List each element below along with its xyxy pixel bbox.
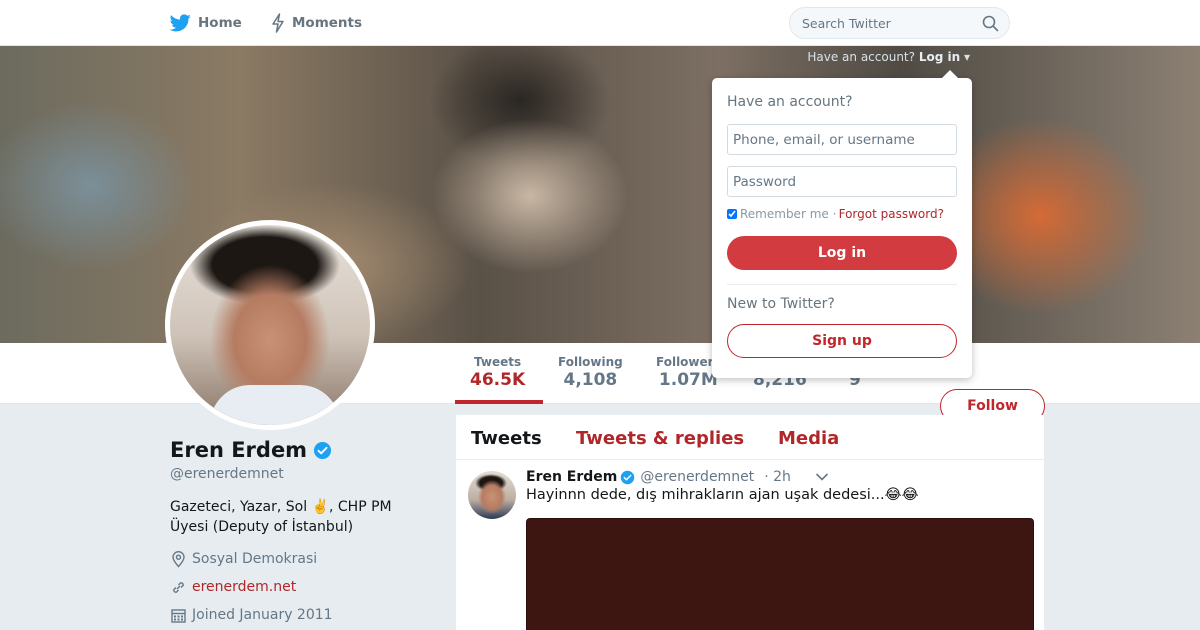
- nav-home[interactable]: Home: [170, 12, 242, 34]
- login-hint: Have an account? Log in ▾: [807, 50, 970, 64]
- stat-followers[interactable]: Followers 1.07M: [656, 355, 721, 390]
- twitter-bird-icon: [170, 14, 191, 32]
- verified-badge-icon: [621, 470, 635, 484]
- remember-checkbox[interactable]: [727, 209, 737, 219]
- profile-name: Eren Erdem: [170, 438, 332, 462]
- login-hint-text: Have an account?: [807, 50, 915, 64]
- remember-row: Remember me · Forgot password?: [727, 207, 944, 221]
- tweet-header: Eren Erdem @erenerdemnet · 2h: [526, 469, 829, 485]
- website-link[interactable]: erenerdem.net: [192, 579, 296, 595]
- lightning-icon: [272, 13, 284, 33]
- tweet-author-handle[interactable]: @erenerdemnet: [640, 469, 754, 485]
- tab-tweets-and-replies[interactable]: Tweets & replies: [576, 428, 744, 449]
- stat-value: 1.07M: [658, 370, 718, 390]
- stat-value: 46.5K: [470, 370, 526, 390]
- stat-value: 4,108: [563, 370, 618, 390]
- tab-tweets[interactable]: Tweets: [471, 428, 542, 449]
- verified-badge-icon: [314, 441, 332, 459]
- search-icon[interactable]: [982, 15, 999, 32]
- timeline: Tweets Tweets & replies Media Eren Erdem…: [456, 415, 1044, 630]
- profile-handle[interactable]: @erenerdemnet: [170, 466, 284, 482]
- remember-label[interactable]: Remember me: [740, 207, 829, 221]
- calendar-icon: [171, 608, 186, 623]
- profile-name-text[interactable]: Eren Erdem: [170, 438, 307, 462]
- new-to-twitter-label: New to Twitter?: [727, 296, 835, 312]
- login-dropdown: Have an account? Remember me · Forgot pa…: [712, 70, 972, 378]
- active-stat-underline: [455, 400, 543, 404]
- username-field[interactable]: [727, 124, 957, 155]
- profile-joined: Joined January 2011: [170, 605, 333, 625]
- avatar-shirt: [210, 385, 340, 425]
- link-icon: [173, 581, 184, 593]
- chevron-down-icon[interactable]: [815, 472, 829, 482]
- tweet-author-name[interactable]: Eren Erdem: [526, 469, 617, 485]
- tab-media[interactable]: Media: [778, 428, 839, 449]
- caret-down-icon: ▾: [960, 50, 970, 64]
- signup-button[interactable]: Sign up: [727, 324, 957, 358]
- stat-label: Tweets: [474, 355, 522, 369]
- stat-label: Following: [558, 355, 623, 369]
- profile-bio: Gazeteci, Yazar, Sol ✌️, CHP PM Üyesi (D…: [170, 499, 392, 535]
- timeline-tabs: Tweets Tweets & replies Media: [456, 415, 1044, 460]
- search-box: [789, 7, 1010, 39]
- dropdown-title: Have an account?: [727, 94, 853, 110]
- divider: [727, 284, 957, 285]
- nav-moments-label: Moments: [292, 15, 363, 31]
- nav-home-label: Home: [198, 15, 242, 31]
- tweet-text: Hayinnn dede, dış mihrakların ajan uşak …: [526, 487, 919, 503]
- forgot-password-link[interactable]: Forgot password?: [839, 207, 944, 221]
- separator-dot: ·: [832, 207, 837, 221]
- tweet-avatar[interactable]: [468, 471, 516, 519]
- joined-text: Joined January 2011: [192, 607, 333, 623]
- tweet-timestamp[interactable]: · 2h: [764, 469, 791, 485]
- password-field[interactable]: [727, 166, 957, 197]
- location-pin-icon: [172, 551, 185, 568]
- location-text: Sosyal Demokrasi: [192, 551, 318, 567]
- profile-website: erenerdem.net: [170, 577, 296, 597]
- login-button[interactable]: Log in: [727, 236, 957, 270]
- tweet-media[interactable]: [526, 518, 1034, 630]
- search-input[interactable]: [802, 14, 972, 32]
- top-navigation-bar: Home Moments: [0, 0, 1200, 46]
- stat-label: Followers: [656, 355, 721, 369]
- stat-following[interactable]: Following 4,108: [558, 355, 623, 390]
- stat-tweets[interactable]: Tweets 46.5K: [470, 355, 525, 390]
- profile-location: Sosyal Demokrasi: [170, 549, 317, 569]
- profile-avatar[interactable]: [165, 220, 375, 430]
- nav-moments[interactable]: Moments: [271, 12, 362, 34]
- login-hint-link[interactable]: Log in: [919, 50, 960, 64]
